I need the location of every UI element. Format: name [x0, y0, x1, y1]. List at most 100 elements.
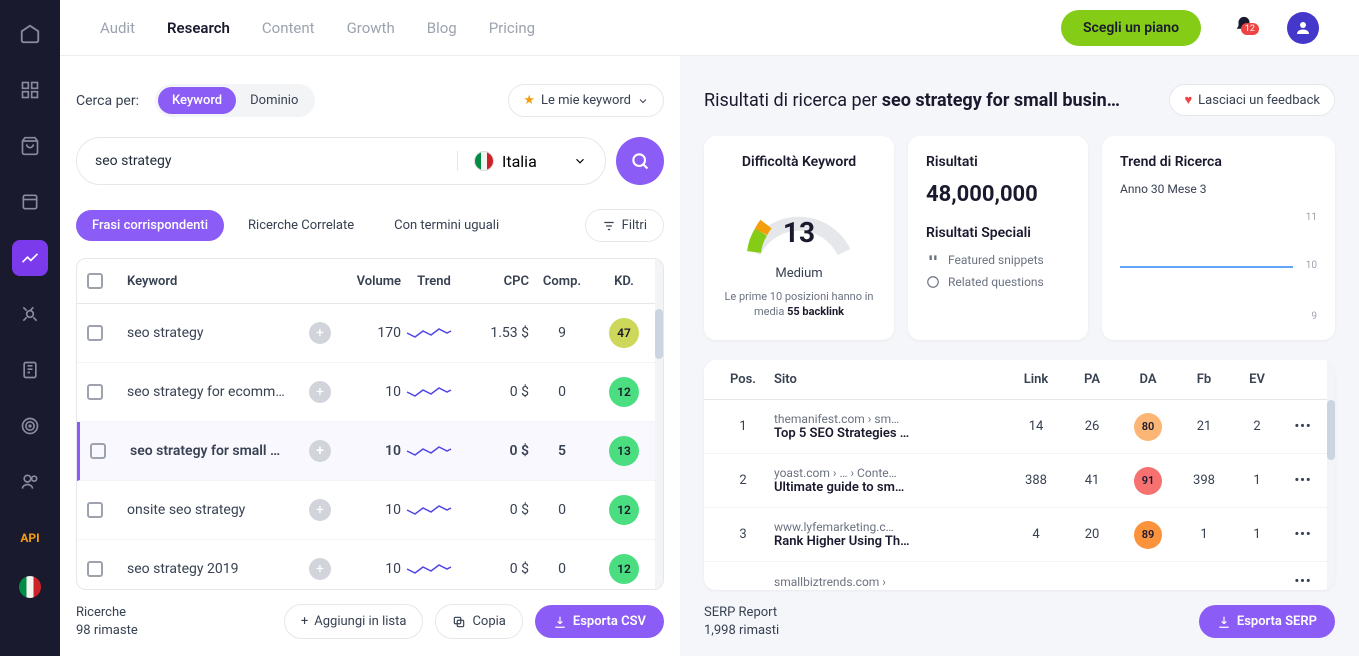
col-pa: PA: [1067, 372, 1117, 387]
kd-badge: 47: [609, 318, 639, 348]
add-icon[interactable]: +: [309, 558, 331, 580]
kw-name: seo strategy: [127, 325, 305, 341]
copy-label: Copia: [472, 614, 505, 629]
search-input[interactable]: [95, 153, 457, 169]
kw-comp: 0: [533, 561, 591, 577]
add-icon[interactable]: +: [309, 499, 331, 521]
mode-keyword[interactable]: Keyword: [158, 87, 236, 114]
search-button[interactable]: [616, 137, 664, 185]
research-icon[interactable]: [12, 240, 48, 276]
nav-growth[interactable]: Growth: [347, 19, 395, 37]
col-link: Link: [1011, 372, 1061, 387]
nav-content[interactable]: Content: [262, 19, 315, 37]
pages-icon[interactable]: [12, 184, 48, 220]
nav-blog[interactable]: Blog: [427, 19, 457, 37]
target-icon[interactable]: [12, 408, 48, 444]
keyword-panel: Cerca per: Keyword Dominio ★ Le mie keyw…: [60, 56, 680, 656]
filter-icon: [602, 219, 616, 233]
add-icon[interactable]: +: [309, 322, 331, 344]
notes-icon[interactable]: [12, 352, 48, 388]
api-link[interactable]: API: [12, 520, 48, 556]
feedback-button[interactable]: ♥ Lasciaci un feedback: [1169, 84, 1335, 116]
serp-row[interactable]: 3 www.lyfemarketing.c…Rank Higher Using …: [704, 508, 1335, 562]
row-menu-icon[interactable]: •••: [1285, 574, 1321, 589]
serp-row[interactable]: 2 yoast.com › … › Conte…Ultimate guide t…: [704, 454, 1335, 508]
logo-icon[interactable]: [12, 16, 48, 52]
serp-remaining: SERP Report 1,998 rimasti: [704, 604, 779, 640]
row-checkbox[interactable]: [87, 502, 103, 518]
country-selector[interactable]: Italia: [457, 151, 587, 171]
topbar: Audit Research Content Growth Blog Prici…: [60, 0, 1359, 56]
kd-badge: 12: [609, 554, 639, 584]
export-label: Esporta CSV: [573, 614, 646, 629]
row-checkbox[interactable]: [87, 325, 103, 341]
serp-site: smallbiztrends.com ›: [774, 575, 1005, 589]
kw-volume: 10: [343, 502, 401, 518]
add-icon[interactable]: +: [309, 381, 331, 403]
trend-sparkline: [405, 500, 453, 520]
cart-icon[interactable]: [12, 128, 48, 164]
col-site: Sito: [774, 372, 1005, 387]
col-keyword: Keyword: [127, 274, 305, 289]
difficulty-value: 13: [739, 216, 859, 249]
serp-site: www.lyfemarketing.c…Rank Higher Using Th…: [774, 520, 1005, 549]
row-menu-icon[interactable]: •••: [1285, 473, 1321, 488]
row-menu-icon[interactable]: •••: [1285, 527, 1321, 542]
results-value: 48,000,000: [926, 182, 1070, 207]
serp-row[interactable]: 1 themanifest.com › sm…Top 5 SEO Strateg…: [704, 400, 1335, 454]
select-all-checkbox[interactable]: [87, 273, 103, 289]
mode-domain[interactable]: Dominio: [236, 87, 312, 114]
keyword-row[interactable]: seo strategy 2019 + 10 0 $ 0 12: [77, 540, 663, 590]
nav-audit[interactable]: Audit: [100, 19, 135, 37]
serp-da: 89: [1123, 521, 1173, 549]
tab-related[interactable]: Ricerche Correlate: [232, 210, 370, 241]
serp-da: 91: [1123, 467, 1173, 495]
add-to-list-button[interactable]: + Aggiungi in lista: [284, 604, 424, 639]
team-icon[interactable]: [12, 464, 48, 500]
trend-sparkline: [405, 441, 453, 461]
kw-table-header: Keyword Volume Trend CPC Comp. KD.: [77, 259, 663, 304]
export-csv-button[interactable]: Esporta CSV: [535, 605, 664, 638]
serp-pos: 3: [718, 527, 768, 542]
serp-row[interactable]: smallbiztrends.com › •••: [704, 562, 1335, 590]
choose-plan-button[interactable]: Scegli un piano: [1061, 10, 1201, 46]
add-icon[interactable]: +: [309, 440, 331, 462]
tab-matching[interactable]: Frasi corrispondenti: [76, 210, 224, 241]
row-checkbox[interactable]: [90, 443, 106, 459]
keyword-row[interactable]: seo strategy for ecomm… + 10 0 $ 0 12: [77, 363, 663, 422]
tab-same-terms[interactable]: Con termini uguali: [378, 210, 515, 241]
keyword-row[interactable]: onsite seo strategy + 10 0 $ 0 12: [77, 481, 663, 540]
add-label: Aggiungi in lista: [314, 614, 406, 629]
serp-pa: 26: [1067, 419, 1117, 434]
plus-icon: +: [301, 614, 308, 629]
kw-volume: 170: [343, 325, 401, 341]
y-axis-11: 11: [1306, 212, 1317, 223]
keyword-row[interactable]: seo strategy + 170 1.53 $ 9 47: [77, 304, 663, 363]
kw-cpc: 0 $: [467, 384, 529, 400]
serp-ev: 2: [1235, 419, 1279, 434]
language-flag-icon[interactable]: [19, 576, 41, 598]
meteor-icon[interactable]: [12, 296, 48, 332]
user-avatar[interactable]: [1287, 12, 1319, 44]
chevron-down-icon: [573, 154, 587, 168]
row-checkbox[interactable]: [87, 384, 103, 400]
export-serp-button[interactable]: Esporta SERP: [1199, 605, 1335, 638]
flag-italy-icon: [474, 151, 494, 171]
copy-button[interactable]: Copia: [435, 604, 522, 639]
filter-button[interactable]: Filtri: [585, 209, 664, 242]
trend-sparkline: [405, 559, 453, 579]
nav-pricing[interactable]: Pricing: [489, 19, 535, 37]
nav-research[interactable]: Research: [167, 19, 230, 37]
keyword-row[interactable]: seo strategy for small … + 10 0 $ 5 13: [77, 422, 663, 481]
scrollbar[interactable]: [1327, 360, 1335, 590]
kw-name: seo strategy 2019: [127, 561, 305, 577]
my-keywords-button[interactable]: ★ Le mie keyword: [508, 84, 664, 117]
scrollbar[interactable]: [655, 259, 663, 589]
notifications-icon[interactable]: 12: [1233, 15, 1255, 41]
dashboard-icon[interactable]: [12, 72, 48, 108]
download-icon: [553, 615, 567, 629]
my-keywords-label: Le mie keyword: [541, 93, 631, 108]
row-menu-icon[interactable]: •••: [1285, 419, 1321, 434]
serp-ev: 1: [1235, 473, 1279, 488]
row-checkbox[interactable]: [87, 561, 103, 577]
